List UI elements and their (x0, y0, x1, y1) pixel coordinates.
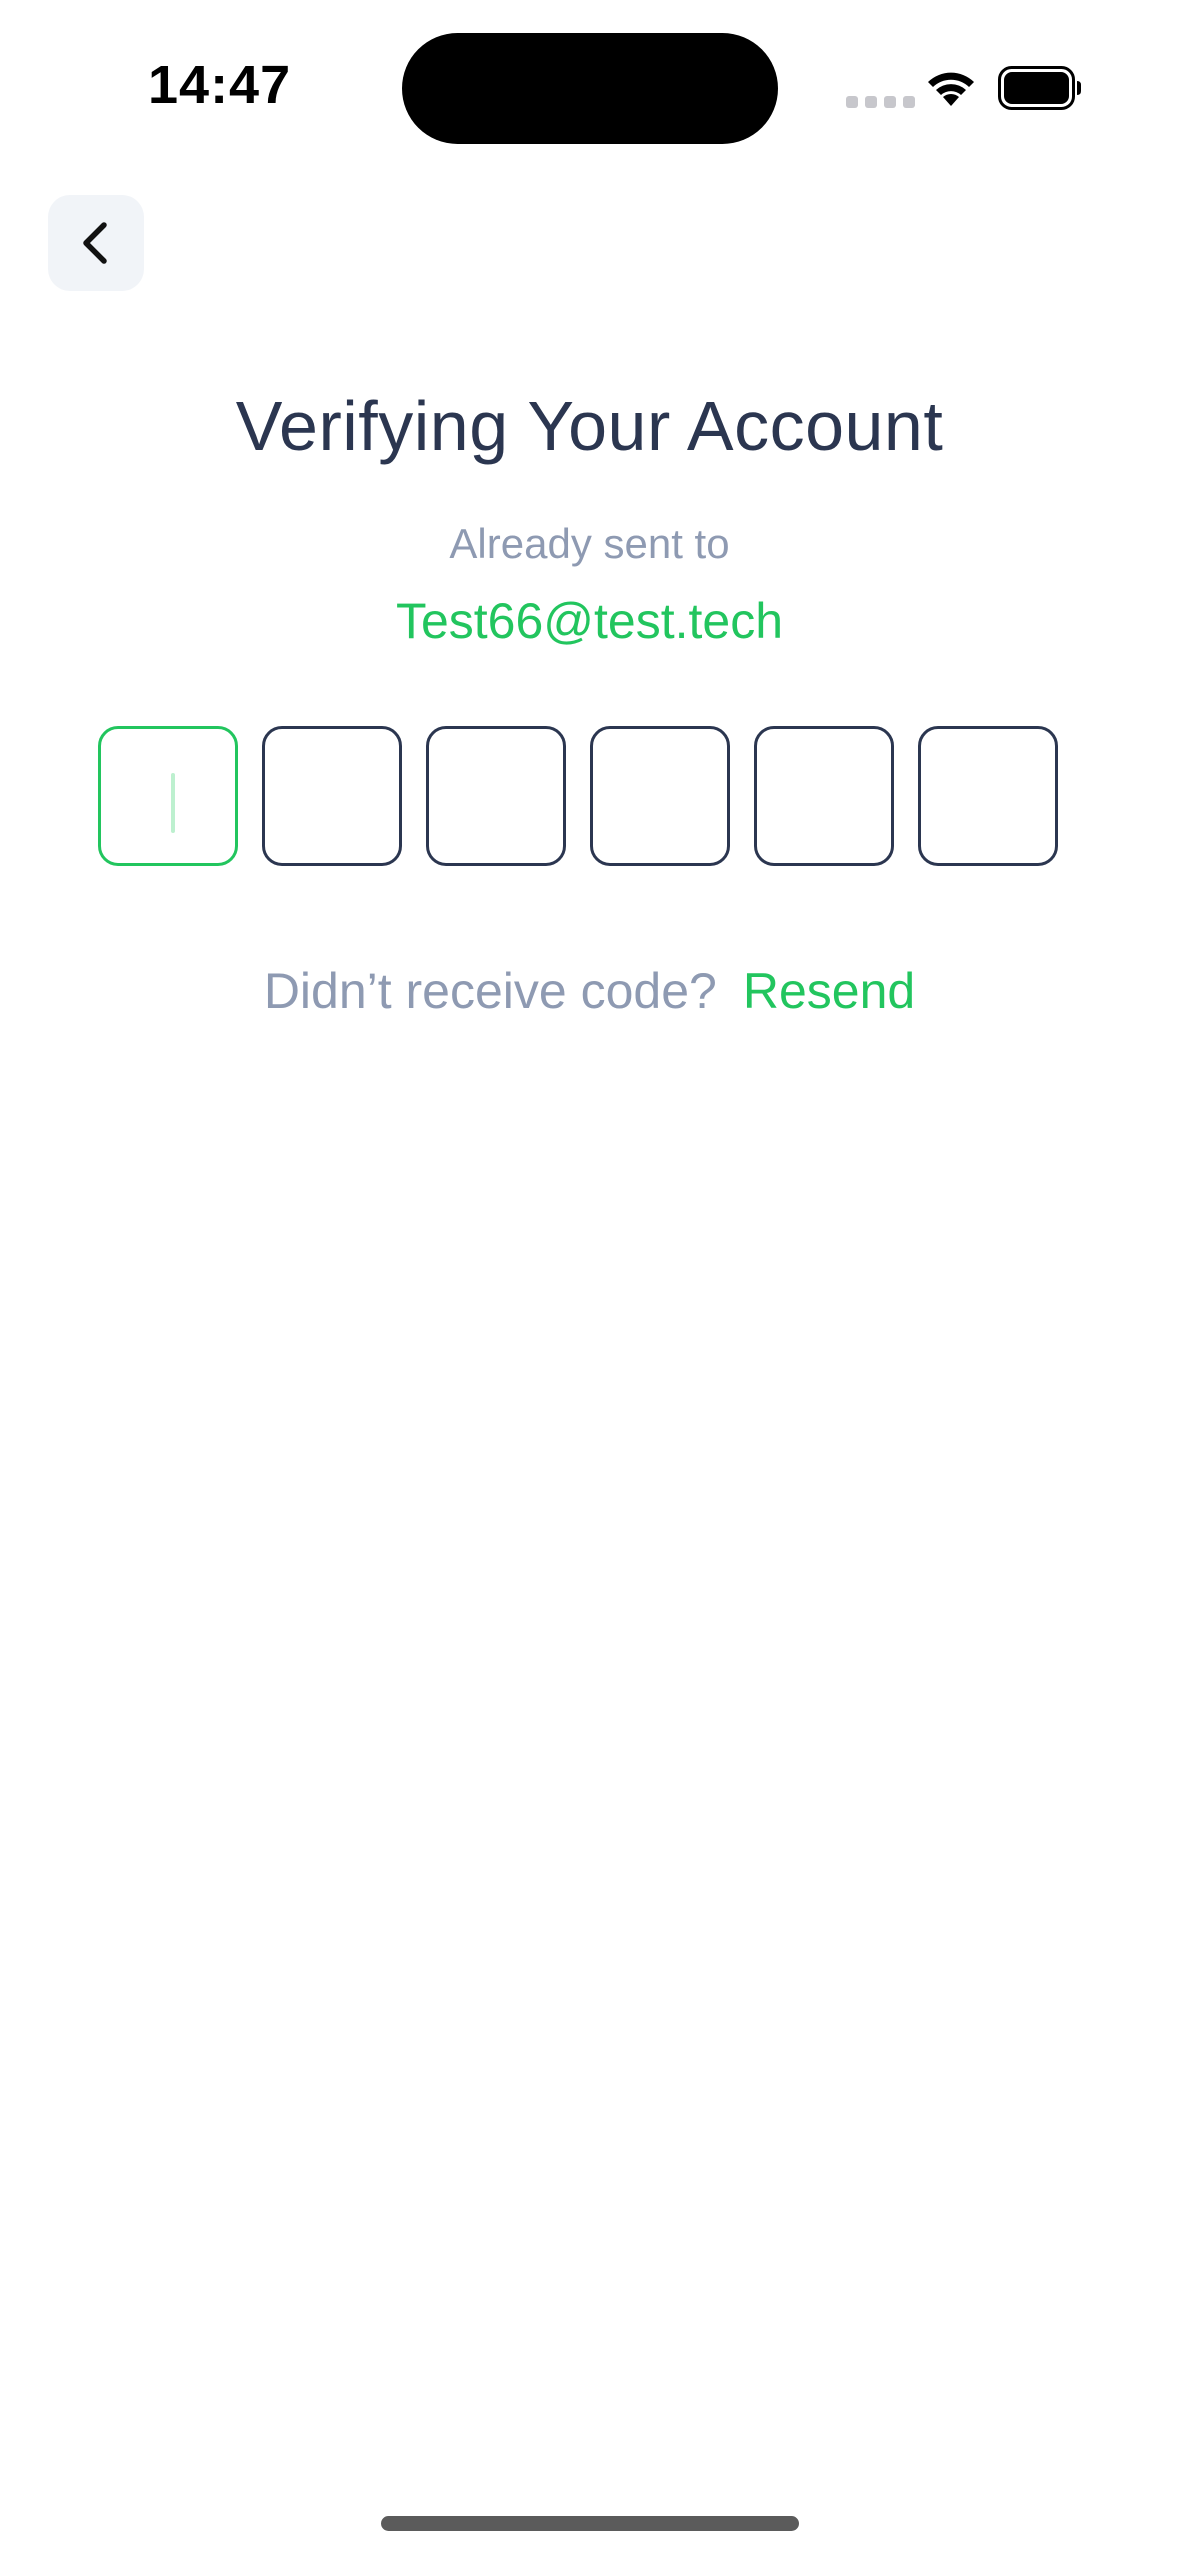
page-title: Verifying Your Account (235, 387, 944, 465)
status-bar: 14:47 (0, 0, 1179, 170)
code-digit-box-2[interactable] (262, 726, 402, 866)
code-digit-box-6[interactable] (918, 726, 1058, 866)
back-button[interactable] (48, 195, 144, 291)
home-indicator[interactable] (381, 2516, 799, 2531)
resend-link[interactable]: Resend (743, 963, 915, 1019)
code-digit-box-4[interactable] (590, 726, 730, 866)
wifi-icon (928, 72, 974, 106)
email-address: Test66@test.tech (395, 593, 784, 649)
resend-row: Didn’t receive code? Resend (0, 962, 1179, 1020)
code-digit-box-5[interactable] (754, 726, 894, 866)
status-time: 14:47 (148, 55, 292, 115)
sent-to-label: Already sent to (449, 520, 730, 567)
battery-full-icon (998, 66, 1081, 110)
code-digit-box-3[interactable] (426, 726, 566, 866)
code-digit-box-1[interactable] (98, 726, 238, 866)
text-cursor (171, 773, 175, 833)
dynamic-island (402, 33, 778, 144)
resend-prompt: Didn’t receive code? (263, 963, 717, 1019)
chevron-left-icon (83, 222, 107, 264)
cellular-signal-icon (846, 96, 915, 108)
verification-code-input (98, 726, 1058, 866)
